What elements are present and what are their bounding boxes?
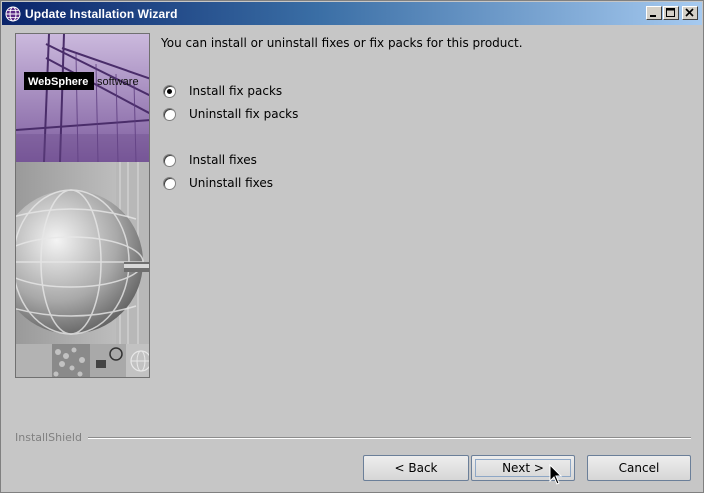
side-graphic-panel: WebSphere software bbox=[15, 33, 150, 378]
instruction-text: You can install or uninstall fixes or fi… bbox=[161, 36, 523, 50]
radio-install-fixes[interactable] bbox=[163, 153, 176, 167]
next-button[interactable]: Next > bbox=[471, 455, 575, 481]
option-label: Uninstall fix packs bbox=[189, 107, 299, 121]
installshield-label: InstallShield bbox=[15, 431, 82, 444]
option-install-fixes[interactable]: Install fixes bbox=[163, 153, 257, 167]
title-bar[interactable]: Update Installation Wizard bbox=[2, 2, 702, 25]
window-title: Update Installation Wizard bbox=[25, 6, 178, 21]
back-button-label: < Back bbox=[394, 461, 438, 475]
radio-uninstall-fixes[interactable] bbox=[163, 176, 176, 190]
option-install-fix-packs[interactable]: Install fix packs bbox=[163, 84, 282, 98]
radio-install-fix-packs[interactable] bbox=[163, 84, 176, 98]
minimize-button[interactable] bbox=[646, 6, 662, 20]
option-uninstall-fixes[interactable]: Uninstall fixes bbox=[163, 176, 273, 190]
option-label: Install fixes bbox=[189, 153, 257, 167]
close-icon bbox=[685, 8, 694, 17]
wizard-window: Update Installation Wizard WebSphere sof… bbox=[0, 0, 704, 493]
next-button-label: Next > bbox=[475, 459, 571, 477]
brand-suffix: software bbox=[97, 76, 139, 88]
radio-uninstall-fix-packs[interactable] bbox=[163, 107, 176, 121]
cancel-button[interactable]: Cancel bbox=[587, 455, 691, 481]
option-uninstall-fix-packs[interactable]: Uninstall fix packs bbox=[163, 107, 298, 121]
footer-divider bbox=[88, 437, 691, 439]
maximize-button[interactable] bbox=[663, 6, 679, 20]
cancel-button-label: Cancel bbox=[618, 461, 660, 475]
option-label: Install fix packs bbox=[189, 84, 283, 98]
brand-word: WebSphere bbox=[28, 76, 88, 88]
minimize-icon bbox=[650, 15, 656, 17]
option-label: Uninstall fixes bbox=[189, 176, 274, 190]
app-globe-icon bbox=[5, 6, 21, 21]
websphere-artwork: WebSphere software bbox=[16, 34, 149, 377]
maximize-icon bbox=[666, 8, 675, 17]
back-button[interactable]: < Back bbox=[363, 455, 469, 481]
close-button[interactable] bbox=[682, 6, 698, 20]
window-controls bbox=[646, 6, 698, 20]
